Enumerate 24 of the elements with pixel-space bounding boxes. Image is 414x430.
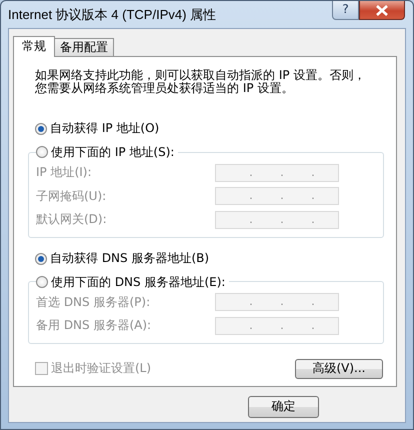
radio-button[interactable] [35,252,47,265]
radio-button[interactable] [36,276,48,288]
field-label: 首选 DNS 服务器(P): [36,296,152,310]
checkbox-label: 退出时验证设置(L) [51,362,152,376]
radio-button[interactable] [36,146,48,158]
radio-button[interactable] [35,123,47,136]
field-label: IP 地址(I): [36,166,93,180]
help-button[interactable]: ? [332,1,359,20]
tab[interactable]: 备用配置 [54,38,114,56]
radio-label: 自动获得 IP 地址(O) [50,122,160,136]
close-icon [375,4,389,16]
window-title: Internet 协议版本 4 (TCP/IPv4) 属性 [8,8,216,23]
field-label: 备用 DNS 服务器(A): [36,319,152,333]
radio-label: 自动获得 DNS 服务器地址(B) [50,252,210,266]
tab[interactable]: 常规 [13,36,55,57]
close-button[interactable] [359,1,405,20]
radio-label: 使用下面的 IP 地址(S): [51,146,174,158]
advanced-button[interactable]: 高级(V)... [295,358,383,379]
ok-button[interactable]: 确定 [248,396,319,418]
description-line: 您需要从网络系统管理员处获得适当的 IP 设置。 [35,82,294,94]
field-label: 子网掩码(U): [36,190,108,204]
radio-label: 使用下面的 DNS 服务器地址(E): [51,276,226,288]
description-line: 如果网络支持此功能，则可以获取自动指派的 IP 设置。否则， [35,69,366,82]
field-label: 默认网关(D): [36,213,108,227]
